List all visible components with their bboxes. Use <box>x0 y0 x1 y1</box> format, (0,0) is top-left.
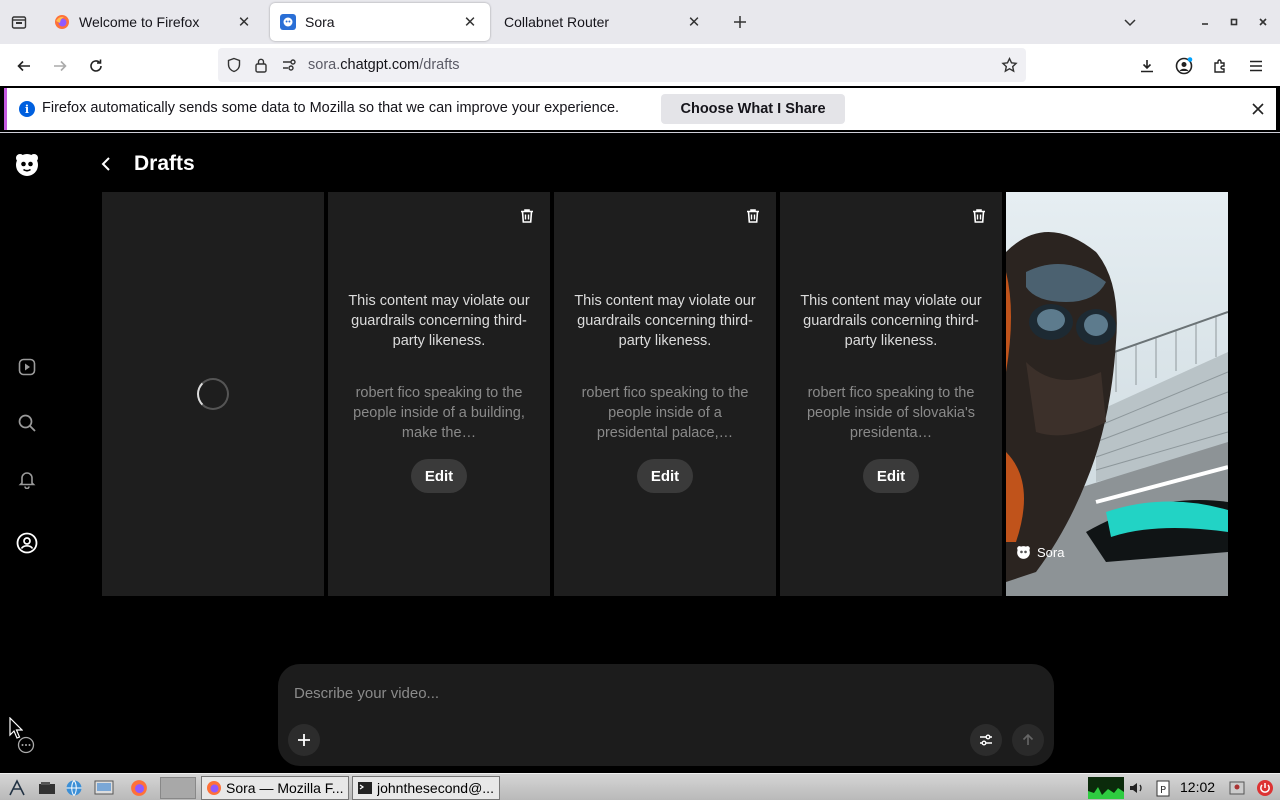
prompt-composer <box>278 664 1054 766</box>
maximize-icon[interactable] <box>1222 10 1246 34</box>
back-chevron-icon[interactable] <box>96 153 116 175</box>
tracking-protection-shield-icon[interactable] <box>225 56 243 74</box>
draft-card[interactable]: This content may violate our guardrails … <box>554 192 776 596</box>
guardrail-warning: This content may violate our guardrails … <box>574 293 756 349</box>
sliders-icon <box>980 734 992 746</box>
draft-card[interactable]: This content may violate our guardrails … <box>780 192 1002 596</box>
minimize-icon[interactable] <box>1193 10 1217 34</box>
tab-sora[interactable]: Sora ✕ <box>270 3 490 41</box>
bookmark-star-icon[interactable] <box>1000 56 1018 74</box>
new-tab-icon[interactable] <box>728 10 752 34</box>
clock: 12:02 <box>1180 779 1216 795</box>
show-desktop-icon[interactable] <box>36 777 58 799</box>
account-icon[interactable] <box>1170 52 1198 80</box>
mouse-cursor-icon <box>9 717 23 739</box>
draft-video-thumbnail[interactable]: Sora <box>1006 192 1228 596</box>
list-all-tabs-icon[interactable] <box>1118 10 1142 34</box>
draft-prompt: robert fico speaking to the people insid… <box>353 385 525 441</box>
edit-button[interactable]: Edit <box>411 459 467 493</box>
taskbar-item-label: johnthesecond@... <box>377 780 494 796</box>
add-attachment-button[interactable] <box>288 724 320 756</box>
search-icon[interactable] <box>15 411 39 435</box>
choose-what-i-share-button[interactable]: Choose What I Share <box>661 94 845 124</box>
downloads-icon[interactable] <box>1133 52 1161 80</box>
tab-title: Welcome to Firefox <box>79 14 200 30</box>
clipboard-icon[interactable]: P <box>1152 777 1174 799</box>
close-tab-icon[interactable]: ✕ <box>234 12 254 32</box>
watermark-label: Sora <box>1037 545 1065 560</box>
close-icon[interactable] <box>1247 98 1269 120</box>
plus-icon <box>298 734 310 746</box>
sora-logo-icon[interactable] <box>14 152 40 178</box>
firefox-launcher-icon[interactable] <box>128 777 150 799</box>
file-manager-icon[interactable] <box>93 777 115 799</box>
guardrail-warning: This content may violate our guardrails … <box>348 293 530 349</box>
sora-favicon-icon <box>280 14 296 30</box>
page-title: Drafts <box>134 152 195 175</box>
sora-page: Drafts This content may violate our guar… <box>0 133 1280 773</box>
terminal-icon <box>358 782 372 794</box>
submit-arrow-button[interactable] <box>1012 724 1044 756</box>
tab-title: Collabnet Router <box>504 14 610 30</box>
tab-welcome-to-firefox[interactable]: Welcome to Firefox ✕ <box>44 3 264 41</box>
volume-icon[interactable] <box>1126 777 1148 799</box>
svg-text:P: P <box>1160 785 1166 796</box>
start-menu-icon[interactable] <box>6 777 28 799</box>
system-taskbar: Sora — Mozilla F... johnthesecond@... P … <box>0 773 1280 800</box>
url-prefix: sora. <box>308 57 341 73</box>
user-session-icon[interactable] <box>1226 777 1248 799</box>
data-collection-notification: i Firefox automatically sends some data … <box>4 88 1276 130</box>
draft-prompt: robert fico speaking to the people insid… <box>581 385 749 441</box>
profile-icon[interactable] <box>15 531 39 555</box>
site-permissions-icon[interactable] <box>280 56 298 74</box>
firefox-logo-icon <box>207 781 221 795</box>
power-icon[interactable] <box>1254 777 1276 799</box>
notifications-bell-icon[interactable] <box>15 467 39 491</box>
guardrail-warning: This content may violate our guardrails … <box>800 293 982 349</box>
video-frame-image <box>1006 192 1228 596</box>
video-feed-icon[interactable] <box>15 355 39 379</box>
taskbar-item-label: Sora — Mozilla F... <box>226 780 344 796</box>
sora-logo-icon <box>1017 546 1030 559</box>
settings-sliders-button[interactable] <box>970 724 1002 756</box>
edit-button[interactable]: Edit <box>863 459 919 493</box>
trash-icon[interactable] <box>518 207 536 225</box>
browser-globe-icon[interactable] <box>63 777 85 799</box>
trash-icon[interactable] <box>970 207 988 225</box>
lock-icon[interactable] <box>252 56 270 74</box>
url-host: chatgpt.com <box>340 57 420 73</box>
info-icon: i <box>19 101 35 117</box>
forward-arrow-icon[interactable] <box>46 52 74 80</box>
edit-button[interactable]: Edit <box>637 459 693 493</box>
back-arrow-icon[interactable] <box>10 52 38 80</box>
url-path: /drafts <box>419 57 460 73</box>
navigation-toolbar: sora.chatgpt.com/drafts <box>0 44 1280 86</box>
sora-watermark: Sora <box>1016 545 1064 560</box>
firefox-view-icon[interactable] <box>6 10 32 34</box>
menu-hamburger-icon[interactable] <box>1242 52 1270 80</box>
notification-message: Firefox automatically sends some data to… <box>42 100 620 116</box>
taskbar-item-firefox[interactable]: Sora — Mozilla F... <box>201 776 349 800</box>
close-tab-icon[interactable]: ✕ <box>460 12 480 32</box>
taskbar-item-terminal[interactable]: johnthesecond@... <box>352 776 500 800</box>
workspace-switcher[interactable] <box>160 777 196 799</box>
close-tab-icon[interactable]: ✕ <box>684 12 704 32</box>
tab-title: Sora <box>305 14 335 30</box>
arrow-up-icon <box>1022 733 1034 745</box>
draft-card[interactable]: This content may violate our guardrails … <box>328 192 550 596</box>
reload-icon[interactable] <box>82 52 110 80</box>
draft-card-loading[interactable] <box>102 192 324 596</box>
trash-icon[interactable] <box>744 207 762 225</box>
window-close-icon[interactable] <box>1251 10 1275 34</box>
loading-spinner-icon <box>197 378 229 410</box>
describe-video-input[interactable] <box>294 680 994 706</box>
url-text[interactable]: sora.chatgpt.com/drafts <box>308 57 460 73</box>
firefox-logo-icon <box>55 15 69 29</box>
tab-collabnet-router[interactable]: Collabnet Router ✕ <box>494 3 714 41</box>
url-bar[interactable]: sora.chatgpt.com/drafts <box>218 48 1026 82</box>
extensions-icon[interactable] <box>1206 52 1234 80</box>
draft-prompt: robert fico speaking to the people insid… <box>806 385 975 441</box>
cpu-monitor-graph <box>1088 777 1124 799</box>
tab-strip: Welcome to Firefox ✕ Sora ✕ Collabnet Ro… <box>0 0 1280 44</box>
